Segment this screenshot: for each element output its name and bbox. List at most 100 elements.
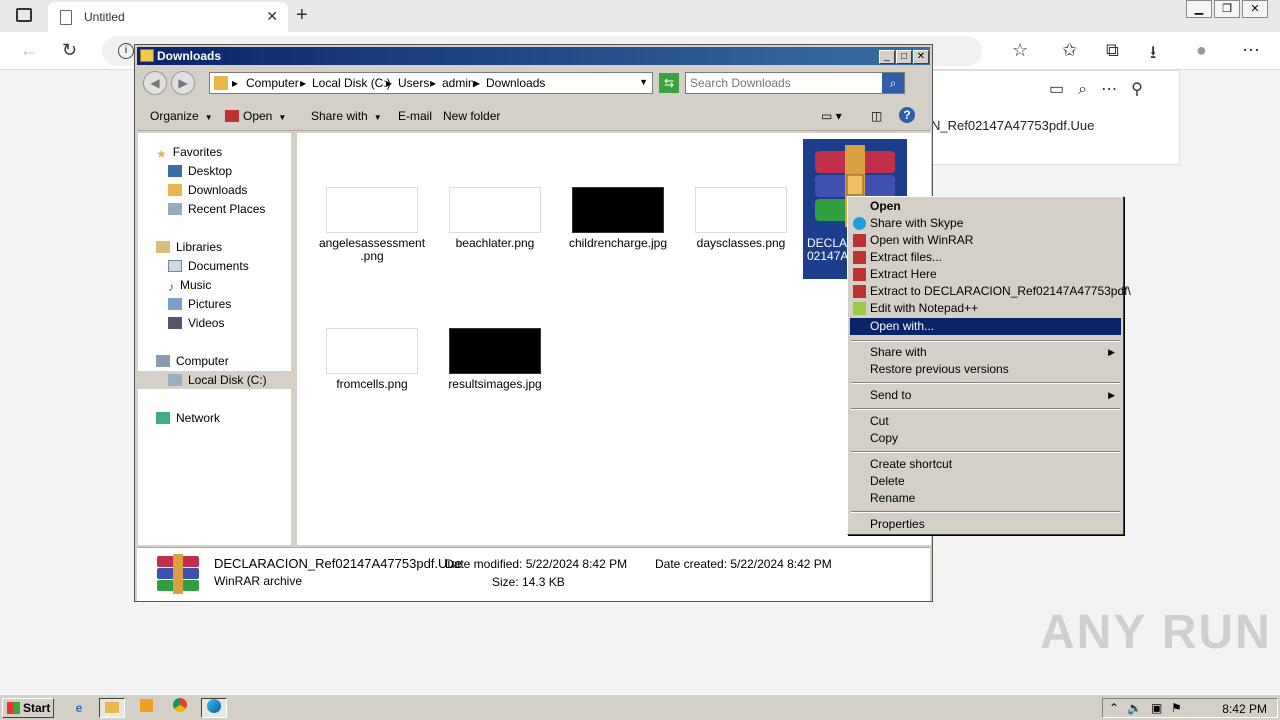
menu-separator	[851, 340, 1120, 342]
minimize-button[interactable]: _	[879, 50, 895, 64]
reload-icon[interactable]: ↻	[62, 40, 77, 61]
windows-logo-icon	[7, 702, 20, 714]
page-icon	[60, 10, 72, 25]
preview-pane-icon[interactable]: ◫	[871, 109, 882, 123]
file-item[interactable]: daysclasses.png	[686, 187, 796, 250]
new-folder-button[interactable]: New folder	[443, 109, 500, 123]
new-tab-button[interactable]: +	[296, 4, 308, 27]
drive-icon	[168, 374, 182, 386]
explorer-taskbar-icon[interactable]	[99, 698, 125, 718]
menu-edit-notepad[interactable]: Edit with Notepad++	[850, 300, 1121, 317]
volume-icon[interactable]: 🔈	[1127, 701, 1142, 715]
nav-network[interactable]: Network	[156, 409, 220, 427]
file-item[interactable]: beachlater.png	[440, 187, 550, 250]
search-input[interactable]	[690, 76, 880, 90]
email-button[interactable]: E-mail	[398, 109, 432, 123]
search-icon[interactable]: ⌕	[882, 73, 904, 93]
nav-desktop[interactable]: Desktop	[168, 162, 232, 180]
forward-button[interactable]: ▶	[171, 71, 195, 95]
back-button[interactable]: ◀	[143, 71, 167, 95]
breadcrumb-computer[interactable]: Computer	[246, 76, 299, 90]
nav-recent-places[interactable]: Recent Places	[168, 200, 265, 218]
collections-icon[interactable]: ⧉	[1106, 40, 1119, 61]
edge-icon[interactable]	[201, 698, 227, 718]
refresh-icon[interactable]: ⇆	[659, 73, 679, 93]
breadcrumb-local-disk[interactable]: Local Disk (C:)	[312, 76, 391, 90]
nav-local-disk[interactable]: Local Disk (C:)	[138, 371, 294, 389]
close-button[interactable]: ✕	[913, 50, 929, 64]
menu-copy[interactable]: Copy	[850, 430, 1121, 447]
menu-extract-to[interactable]: Extract to DECLARACION_Ref02147A47753pdf…	[850, 283, 1131, 300]
nav-music[interactable]: ♪ Music	[168, 276, 211, 294]
breadcrumb[interactable]: ▸ Computer ▸ Local Disk (C:) ▸ Users ▸ a…	[209, 72, 653, 94]
more-icon[interactable]: ⋯	[1101, 81, 1117, 98]
winrar-icon	[853, 251, 866, 264]
add-favorite-icon[interactable]: ☆	[1012, 40, 1028, 61]
file-item[interactable]: fromcells.png	[317, 328, 427, 391]
organize-button[interactable]: Organize ▼	[150, 109, 213, 123]
menu-share-with[interactable]: Share with ▶	[850, 344, 1121, 361]
explorer-address-row: ◀ ▶ ▸ Computer ▸ Local Disk (C:) ▸ Users…	[137, 67, 930, 99]
explorer-title-bar[interactable]: Downloads _ □ ✕	[137, 47, 930, 65]
info-icon[interactable]: i	[118, 43, 134, 59]
show-hidden-icons-icon[interactable]: ⌃	[1109, 701, 1119, 715]
nav-videos[interactable]: Videos	[168, 314, 224, 332]
breadcrumb-users[interactable]: Users	[398, 76, 429, 90]
close-tab-icon[interactable]: ✕	[266, 8, 278, 25]
nav-computer[interactable]: Computer	[156, 352, 229, 370]
menu-open[interactable]: Open	[850, 198, 1121, 215]
back-arrow-icon[interactable]: ←	[20, 40, 38, 61]
menu-send-to[interactable]: Send to ▶	[850, 387, 1121, 404]
help-icon[interactable]: ?	[899, 107, 915, 123]
nav-libraries[interactable]: Libraries	[156, 238, 222, 256]
sidebar-toggle-icon[interactable]	[16, 8, 32, 22]
maximize-button[interactable]: □	[896, 50, 912, 64]
desktop-icon	[168, 165, 182, 177]
action-center-flag-icon[interactable]: ⚑	[1171, 701, 1182, 715]
start-button[interactable]: Start	[2, 698, 54, 718]
search-icon[interactable]: ⌕	[1078, 81, 1087, 98]
winrar-archive-icon	[157, 554, 199, 594]
close-button[interactable]: ✕	[1242, 0, 1268, 18]
file-item[interactable]: resultsimages.jpg	[440, 328, 550, 391]
chevron-down-icon[interactable]: ▼	[639, 77, 648, 87]
folder-icon[interactable]: ▭	[1049, 81, 1064, 98]
browser-tab[interactable]: Untitled ✕	[48, 2, 288, 32]
menu-delete[interactable]: Delete	[850, 473, 1121, 490]
media-player-icon[interactable]	[133, 698, 159, 718]
clock[interactable]: 8:42 PM	[1222, 702, 1267, 716]
view-options-icon[interactable]: ▭ ▾	[821, 109, 842, 123]
download-filename[interactable]: N_Ref02147A47753pdf.Uue	[931, 118, 1094, 133]
profile-avatar-icon[interactable]: ●	[1196, 40, 1207, 61]
restore-button[interactable]: ❐	[1214, 0, 1240, 18]
menu-share-skype[interactable]: Share with Skype	[850, 215, 1121, 232]
nav-pictures[interactable]: Pictures	[168, 295, 231, 313]
nav-downloads[interactable]: Downloads	[168, 181, 247, 199]
downloads-icon[interactable]: ⭳	[1150, 40, 1156, 70]
pin-icon[interactable]: ⚲	[1131, 81, 1143, 98]
share-with-button[interactable]: Share with ▼	[311, 109, 382, 123]
menu-properties[interactable]: Properties	[850, 516, 1121, 533]
favorites-icon[interactable]: ✩	[1062, 40, 1077, 61]
nav-documents[interactable]: Documents	[168, 257, 249, 275]
navigation-pane: ★ Favorites Desktop Downloads Recent Plac…	[138, 133, 294, 545]
menu-extract-here[interactable]: Extract Here	[850, 266, 1121, 283]
nav-favorites[interactable]: ★ Favorites	[156, 143, 222, 161]
minimize-button[interactable]: ▁	[1186, 0, 1212, 18]
file-item[interactable]: childrencharge.jpg	[563, 187, 673, 250]
open-button[interactable]: Open ▼	[225, 109, 286, 123]
menu-create-shortcut[interactable]: Create shortcut	[850, 456, 1121, 473]
chrome-icon[interactable]	[167, 698, 193, 718]
menu-cut[interactable]: Cut	[850, 413, 1121, 430]
more-menu-icon[interactable]: ⋯	[1242, 40, 1260, 61]
menu-open-winrar[interactable]: Open with WinRAR	[850, 232, 1121, 249]
menu-open-with[interactable]: Open with...	[850, 318, 1121, 335]
menu-rename[interactable]: Rename	[850, 490, 1121, 507]
menu-restore-versions[interactable]: Restore previous versions	[850, 361, 1121, 378]
file-item[interactable]: angelesassessment .png	[317, 187, 427, 263]
breadcrumb-admin[interactable]: admin	[442, 76, 475, 90]
network-tray-icon[interactable]: ▣	[1151, 701, 1162, 715]
internet-explorer-icon[interactable]: e	[66, 698, 92, 718]
breadcrumb-downloads[interactable]: Downloads	[486, 76, 545, 90]
menu-extract-files[interactable]: Extract files...	[850, 249, 1121, 266]
